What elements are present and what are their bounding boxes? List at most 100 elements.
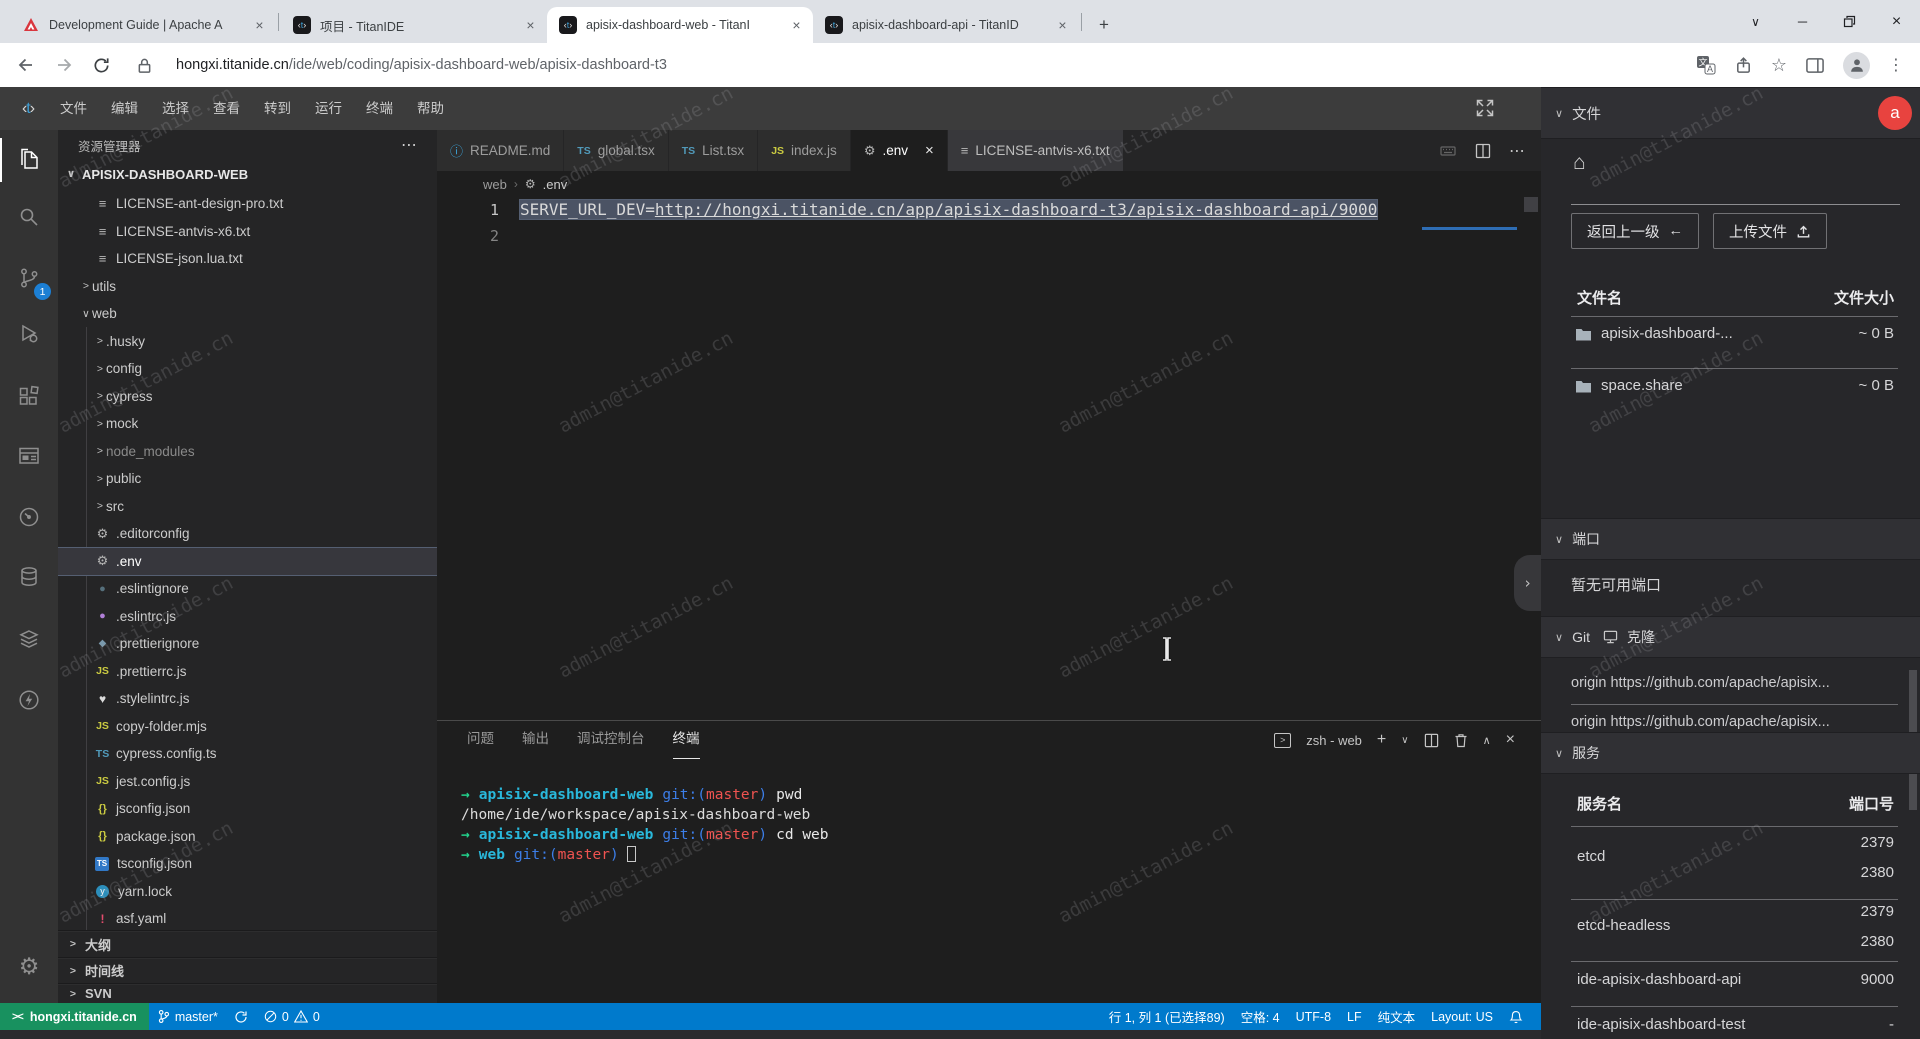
breadcrumb[interactable]: web › ⚙ .env <box>437 171 1541 197</box>
side-panel-icon[interactable] <box>1805 56 1825 75</box>
git-section-header[interactable]: ∨ Git 克隆 <box>1541 616 1920 658</box>
settings-gear-icon[interactable]: ⚙ <box>0 944 58 988</box>
profile-avatar[interactable] <box>1843 52 1870 79</box>
split-terminal-icon[interactable] <box>1424 733 1439 748</box>
problems-indicator[interactable]: 0 0 <box>256 1003 328 1030</box>
tab-list-tsx[interactable]: TSList.tsx <box>669 130 758 171</box>
remote-indicator[interactable]: >< hongxi.titanide.cn <box>0 1003 149 1030</box>
services-section-header[interactable]: ∨ 服务 <box>1541 732 1920 774</box>
tree-folder[interactable]: >public <box>58 465 437 493</box>
tree-item[interactable]: ≡LICENSE-ant-design-pro.txt <box>58 190 437 218</box>
tree-item[interactable]: ●.eslintrc.js <box>58 603 437 631</box>
outline-section[interactable]: >大纲 <box>58 930 437 957</box>
menu-terminal[interactable]: 终端 <box>354 95 405 123</box>
window-close-icon[interactable]: × <box>1873 0 1920 43</box>
menu-edit[interactable]: 编辑 <box>99 95 150 123</box>
tree-item[interactable]: ●.eslintignore <box>58 575 437 603</box>
breadcrumb-folder[interactable]: web <box>483 177 507 192</box>
go-up-button[interactable]: 返回上一级 ← <box>1571 213 1699 249</box>
terminal-instance-label[interactable]: zsh - web <box>1306 733 1362 748</box>
branch-indicator[interactable]: master* <box>149 1003 226 1030</box>
browser-menu-icon[interactable]: ⋮ <box>1888 55 1904 75</box>
eol[interactable]: LF <box>1339 1003 1370 1030</box>
menu-goto[interactable]: 转到 <box>252 95 303 123</box>
back-icon[interactable] <box>16 55 36 75</box>
git-remote-row[interactable]: origin https://github.com/apache/apisix.… <box>1571 714 1902 732</box>
redis-stack-icon[interactable] <box>0 618 58 662</box>
tree-item[interactable]: ◆.prettierignore <box>58 630 437 658</box>
panel-expand-handle[interactable]: › <box>1514 555 1541 611</box>
share-icon[interactable] <box>1734 56 1753 75</box>
menu-file[interactable]: 文件 <box>48 95 99 123</box>
project-root-row[interactable]: ∨ APISIX-DASHBOARD-WEB <box>58 160 437 188</box>
tree-folder-expanded[interactable]: ∨web <box>58 300 437 328</box>
upload-file-button[interactable]: 上传文件 <box>1713 213 1827 249</box>
explorer-more-icon[interactable]: ⋯ <box>401 135 417 155</box>
window-menu-chevron-icon[interactable]: ∨ <box>1732 0 1779 43</box>
tree-item[interactable]: JS.prettierrc.js <box>58 658 437 686</box>
tree-item[interactable]: TStsconfig.json <box>58 850 437 878</box>
browser-tab-dashboard-web[interactable]: ‹t› apisix-dashboard-web - TitanI × <box>547 7 813 43</box>
encoding[interactable]: UTF-8 <box>1288 1003 1339 1030</box>
database-icon[interactable] <box>0 555 58 599</box>
tree-folder[interactable]: >src <box>58 493 437 521</box>
tree-item[interactable]: JSjest.config.js <box>58 768 437 796</box>
menu-help[interactable]: 帮助 <box>405 95 456 123</box>
tree-item[interactable]: {}jsconfig.json <box>58 795 437 823</box>
tree-folder[interactable]: >cypress <box>58 383 437 411</box>
more-actions-icon[interactable]: ⋯ <box>1509 141 1525 161</box>
tab-output[interactable]: 输出 <box>522 721 549 759</box>
resource-monitor-icon[interactable] <box>0 495 58 539</box>
code-editor[interactable]: 1 2 SERVE_URL_DEV=http://hongxi.titanide… <box>437 197 1541 720</box>
scrollbar-block[interactable] <box>1524 197 1538 212</box>
keyboard-layout[interactable]: Layout: US <box>1423 1003 1501 1030</box>
tree-item[interactable]: {}package.json <box>58 823 437 851</box>
reload-icon[interactable] <box>92 56 111 75</box>
tree-folder[interactable]: >.husky <box>58 328 437 356</box>
tab-problems[interactable]: 问题 <box>467 721 494 759</box>
tab-global-tsx[interactable]: TSglobal.tsx <box>564 130 668 171</box>
split-editor-icon[interactable] <box>1475 143 1491 159</box>
kill-terminal-icon[interactable] <box>1454 733 1468 748</box>
user-avatar-badge[interactable]: a <box>1878 96 1912 130</box>
svn-section[interactable]: >SVN <box>58 983 437 1003</box>
close-icon[interactable]: × <box>522 17 539 33</box>
browser-tab-dashboard-api[interactable]: ‹t› apisix-dashboard-api - TitanID × <box>813 7 1079 43</box>
notifications-bell-icon[interactable] <box>1501 1003 1531 1030</box>
close-icon[interactable]: × <box>925 142 934 159</box>
tab-env-active[interactable]: ⚙.env× <box>851 130 948 171</box>
cursor-position[interactable]: 行 1, 列 1 (已选择89) <box>1101 1003 1233 1030</box>
tree-item-selected[interactable]: ⚙.env <box>58 548 437 576</box>
tab-index-js[interactable]: JSindex.js <box>758 130 851 171</box>
window-restore-icon[interactable] <box>1826 0 1873 43</box>
explorer-icon[interactable] <box>0 138 58 182</box>
new-terminal-icon[interactable]: + <box>1377 731 1386 749</box>
tree-item[interactable]: ≡LICENSE-json.lua.txt <box>58 245 437 273</box>
tree-item[interactable]: ⚙.editorconfig <box>58 520 437 548</box>
code-line-1[interactable]: SERVE_URL_DEV=http://hongxi.titanide.cn/… <box>520 197 1377 223</box>
tab-readme[interactable]: ⓘREADME.md <box>437 130 564 171</box>
extensions-icon[interactable] <box>0 375 58 419</box>
tree-item[interactable]: !asf.yaml <box>58 905 437 933</box>
tree-folder[interactable]: >utils <box>58 273 437 301</box>
tree-folder[interactable]: >node_modules <box>58 438 437 466</box>
menu-run[interactable]: 运行 <box>303 95 354 123</box>
translate-icon[interactable]: 文A <box>1696 55 1716 75</box>
files-section-header[interactable]: ∨ 文件 <box>1541 87 1920 139</box>
browser-tab-apisix-docs[interactable]: Development Guide | Apache A × <box>10 7 276 43</box>
keyboard-icon[interactable] <box>1439 143 1457 159</box>
tree-item[interactable]: TScypress.config.ts <box>58 740 437 768</box>
forward-icon[interactable] <box>54 55 74 75</box>
breadcrumb-file[interactable]: .env <box>543 177 568 192</box>
terminal-dropdown-icon[interactable]: ∨ <box>1401 735 1408 746</box>
menu-view[interactable]: 查看 <box>201 95 252 123</box>
language-mode[interactable]: 纯文本 <box>1370 1003 1424 1030</box>
terminal-output[interactable]: →apisix-dashboard-webgit:(master)pwd /ho… <box>437 759 1541 865</box>
timeline-section[interactable]: >时间线 <box>58 957 437 983</box>
close-icon[interactable]: × <box>788 17 805 33</box>
tab-debug-console[interactable]: 调试控制台 <box>577 721 645 759</box>
tree-item[interactable]: ♥.stylelintrc.js <box>58 685 437 713</box>
tree-folder[interactable]: >mock <box>58 410 437 438</box>
source-control-icon[interactable]: 1 <box>0 256 58 300</box>
browser-tab-titanide-project[interactable]: ‹t› 项目 - TitanIDE × <box>281 7 547 43</box>
